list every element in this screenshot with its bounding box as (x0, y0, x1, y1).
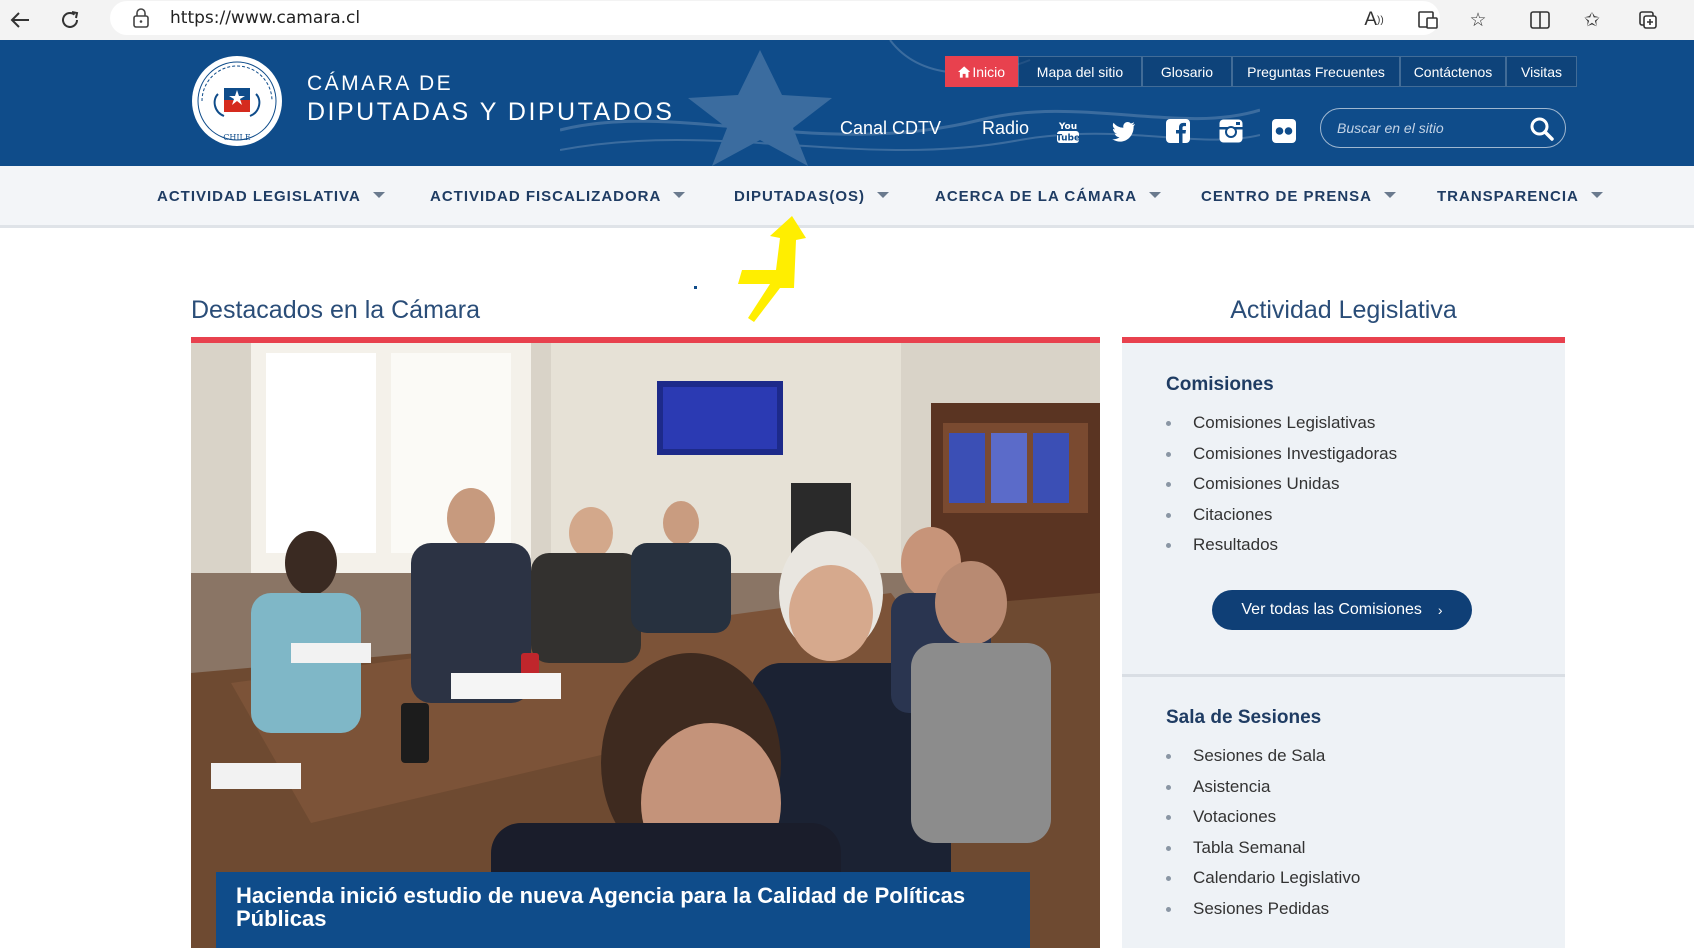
comisiones-heading: Comisiones (1166, 374, 1274, 395)
chevron-down-icon (1590, 192, 1603, 198)
topnav-preguntas-frecuentes[interactable]: Preguntas Frecuentes (1232, 56, 1400, 87)
chevron-down-icon (1149, 192, 1162, 198)
twitter-icon[interactable] (1111, 118, 1137, 144)
nav-actividad-legislativa[interactable]: ACTIVIDAD LEGISLATIVA (157, 188, 385, 205)
search-icon[interactable] (1529, 116, 1555, 142)
flickr-icon[interactable] (1271, 118, 1297, 144)
topnav-visitas[interactable]: Visitas (1506, 56, 1577, 87)
list-item[interactable]: Citaciones (1166, 505, 1397, 536)
topnav-contactenos[interactable]: Contáctenos (1400, 56, 1506, 87)
app-available-icon[interactable] (1412, 4, 1444, 36)
list-item[interactable]: Asistencia (1166, 777, 1360, 808)
chevron-down-icon (1384, 192, 1397, 198)
youtube-icon[interactable]: You Tube (1055, 118, 1081, 144)
panel-divider (1122, 674, 1565, 677)
featured-news-image[interactable] (191, 343, 1100, 948)
collections-icon[interactable] (1632, 4, 1664, 36)
nav-centro-de-prensa[interactable]: CENTRO DE PRENSA (1201, 188, 1397, 205)
canal-cdtv-link[interactable]: Canal CDTV (840, 118, 941, 139)
read-aloud-icon[interactable]: A)) (1358, 4, 1390, 36)
list-item[interactable]: Sesiones Pedidas (1166, 899, 1360, 930)
instagram-icon[interactable] (1218, 118, 1244, 144)
main-navigation: ACTIVIDAD LEGISLATIVA ACTIVIDAD FISCALIZ… (0, 166, 1694, 228)
svg-text:Tube: Tube (1056, 134, 1080, 144)
camara-seal-logo: CHILE (192, 56, 282, 146)
search-input[interactable] (1337, 118, 1517, 138)
home-icon (958, 65, 971, 78)
featured-news-headline[interactable]: Hacienda inició estudio de nueva Agencia… (236, 884, 1010, 930)
address-bar[interactable]: https://www.camara.cl (110, 1, 1440, 35)
list-item[interactable]: Comisiones Unidas (1166, 474, 1397, 505)
svg-text:You: You (1058, 122, 1077, 132)
sala-de-sesiones-heading: Sala de Sesiones (1166, 707, 1322, 728)
topnav-glosario[interactable]: Glosario (1142, 56, 1232, 87)
back-arrow-icon[interactable] (4, 4, 36, 36)
favorites-icon[interactable]: ✩ (1576, 4, 1608, 36)
org-name-bottom: DIPUTADAS Y DIPUTADOS (307, 98, 675, 126)
facebook-icon[interactable] (1165, 118, 1191, 144)
refresh-icon[interactable] (54, 4, 86, 36)
sala-de-sesiones-list: Sesiones de Sala Asistencia Votaciones T… (1166, 746, 1360, 929)
split-screen-icon[interactable] (1524, 4, 1556, 36)
org-name-top: CÁMARA DE (307, 72, 454, 95)
list-item[interactable]: Calendario Legislativo (1166, 868, 1360, 899)
lock-icon (133, 8, 149, 28)
list-item[interactable]: Comisiones Investigadoras (1166, 444, 1397, 475)
nav-transparencia[interactable]: TRANSPARENCIA (1437, 188, 1603, 205)
list-item[interactable]: Comisiones Legislativas (1166, 413, 1397, 444)
featured-news-caption[interactable]: Hacienda inició estudio de nueva Agencia… (216, 872, 1030, 948)
actividad-legislativa-title: Actividad Legislativa (1230, 296, 1457, 324)
commission-meeting-photo (191, 343, 1100, 948)
chevron-right-icon: › (1437, 602, 1443, 618)
list-item[interactable]: Sesiones de Sala (1166, 746, 1360, 777)
favorite-star-icon[interactable]: ☆ (1462, 4, 1494, 36)
topnav-inicio[interactable]: Inicio (945, 56, 1018, 87)
radio-link[interactable]: Radio (982, 118, 1029, 139)
browser-toolbar: https://www.camara.cl A)) ☆ ✩ (0, 0, 1694, 40)
nav-actividad-fiscalizadora[interactable]: ACTIVIDAD FISCALIZADORA (430, 188, 686, 205)
url-text[interactable]: https://www.camara.cl (170, 8, 360, 28)
chevron-down-icon (877, 192, 890, 198)
chevron-down-icon (673, 192, 686, 198)
list-item[interactable]: Votaciones (1166, 807, 1360, 838)
site-header: CHILE CÁMARA DE DIPUTADAS Y DIPUTADOS In… (0, 40, 1694, 166)
list-item[interactable]: Resultados (1166, 535, 1397, 566)
svg-text:CHILE: CHILE (223, 133, 251, 142)
chevron-down-icon (372, 192, 385, 198)
stray-dot (694, 286, 697, 289)
site-search (1320, 108, 1566, 148)
ver-todas-comisiones-button[interactable]: Ver todas las Comisiones › (1212, 590, 1472, 630)
destacados-title: Destacados en la Cámara (191, 296, 481, 324)
comisiones-list: Comisiones Legislativas Comisiones Inves… (1166, 413, 1397, 566)
topnav-mapa-del-sitio[interactable]: Mapa del sitio (1018, 56, 1142, 87)
list-item[interactable]: Tabla Semanal (1166, 838, 1360, 869)
nav-diputados[interactable]: DIPUTADAS(OS) (734, 188, 890, 205)
annotation-arrow-icon (738, 216, 806, 322)
nav-acerca-de-la-camara[interactable]: ACERCA DE LA CÁMARA (935, 188, 1162, 205)
